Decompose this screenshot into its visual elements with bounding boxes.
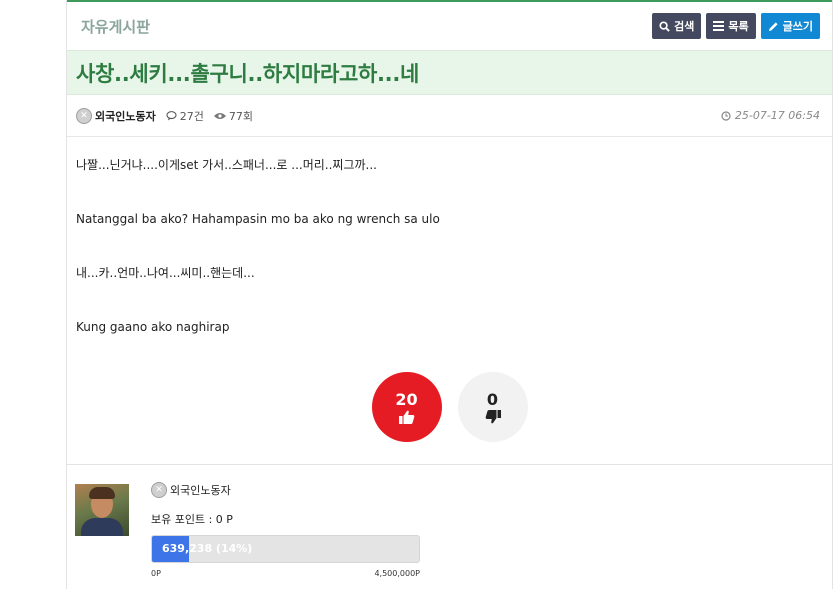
dislike-button[interactable]: 0 [457, 372, 528, 442]
vote-area: 20 0 [67, 372, 832, 442]
thumbs-down-icon [485, 410, 501, 424]
write-button[interactable]: 글쓰기 [760, 13, 820, 39]
comment-count: 27건 [166, 108, 204, 124]
progress-max-label: 4,500,000P [374, 569, 420, 578]
list-icon [713, 21, 725, 31]
post-date: 25-07-17 06:54 [721, 109, 820, 122]
post-body: 나짤...닌거냐....이게set 가서..스패너...로 ...머리..찌그까… [67, 137, 832, 336]
post-paragraph: Kung gaano ako naghirap [76, 320, 230, 334]
profile-name-text: 외국인노동자 [170, 484, 231, 497]
pencil-icon [768, 21, 778, 31]
toolbar: 검색 목록 글쓰기 [652, 13, 820, 39]
title-bar: 사창..세키...촐구니..하지마라고하...네 [67, 50, 832, 95]
dislike-count: 0 [486, 390, 499, 409]
comment-icon [166, 110, 177, 121]
search-button[interactable]: 검색 [652, 13, 702, 39]
profile-points: 보유 포인트 : 0 P [151, 513, 233, 526]
level-progress-text: 639,238 (14%) [162, 542, 253, 555]
post-date-text: 25-07-17 06:54 [734, 109, 820, 122]
author-name[interactable]: 외국인노동자 [95, 108, 156, 124]
level-progress-bar: 639,238 (14%) [151, 535, 420, 563]
author-profile: ✕ 외국인노동자 보유 포인트 : 0 P 639,238 (14%) 0P 4… [67, 464, 832, 578]
list-label: 목록 [728, 20, 749, 33]
thumbs-up-icon [398, 410, 414, 424]
profile-name[interactable]: ✕ 외국인노동자 [151, 482, 231, 498]
list-button[interactable]: 목록 [706, 13, 756, 39]
write-label: 글쓰기 [782, 20, 813, 33]
avatar [75, 484, 129, 536]
view-count: 77회 [213, 108, 253, 124]
search-label: 검색 [674, 20, 695, 33]
member-level-icon: ✕ [76, 107, 92, 124]
post-paragraph: Natanggal ba ako? Hahampasin mo ba ako n… [76, 212, 440, 226]
view-count-text: 77회 [228, 109, 253, 123]
post-title: 사창..세키...촐구니..하지마라고하...네 [76, 61, 420, 86]
post-paragraph: 내...카..언마..나여...씨미..핸는데... [76, 266, 255, 280]
post-paragraph: 나짤...닌거냐....이게set 가서..스패너...로 ...머리..찌그까… [76, 158, 377, 172]
progress-min-label: 0P [151, 569, 161, 578]
board-name[interactable]: 자유게시판 [81, 16, 150, 37]
like-count: 20 [395, 390, 418, 409]
post-meta: ✕ 외국인노동자 27건 77회 25-07-17 06:54 [67, 95, 832, 137]
search-icon [659, 20, 670, 32]
member-level-icon: ✕ [151, 482, 167, 498]
eye-icon [213, 112, 226, 119]
clock-icon [721, 110, 731, 121]
board-header: 자유게시판 검색 목록 글쓰기 [67, 0, 832, 50]
comment-count-text: 27건 [179, 109, 204, 123]
like-button[interactable]: 20 [371, 372, 442, 442]
post-view: 자유게시판 검색 목록 글쓰기 사창..세키...촐구니..하지마라고하...네… [66, 0, 833, 589]
